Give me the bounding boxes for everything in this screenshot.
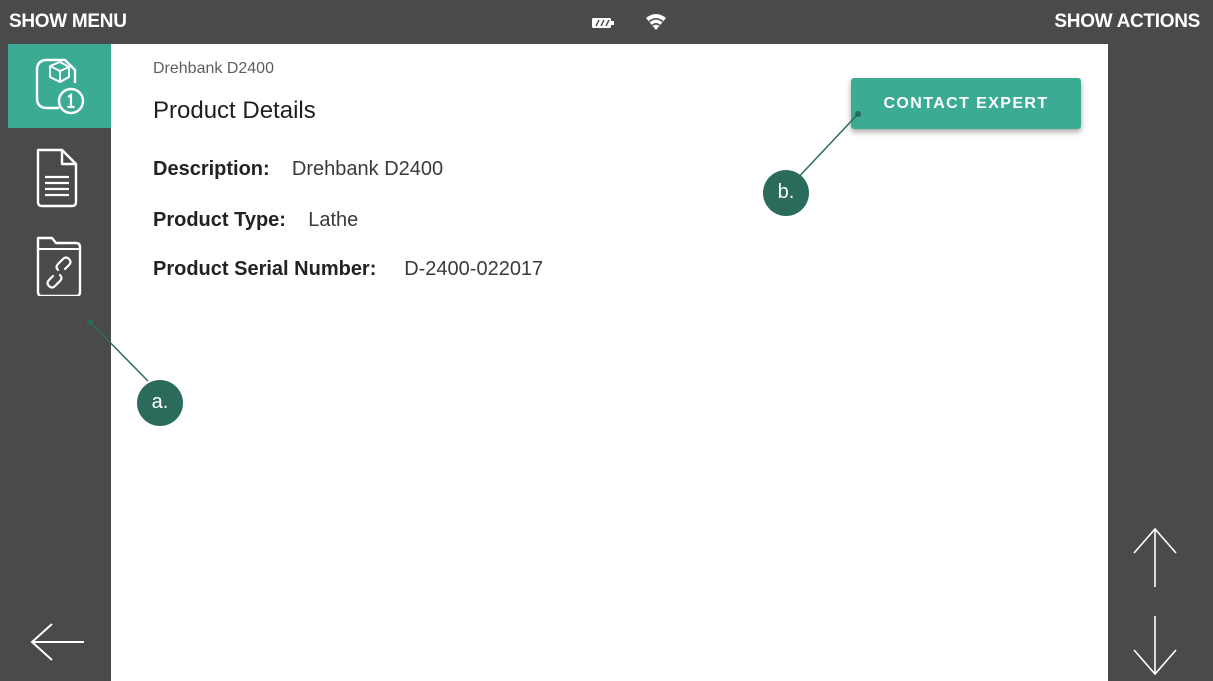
callout-b: b. [763,170,809,216]
callout-leaders [87,111,861,382]
callout-a: a. [137,380,183,426]
